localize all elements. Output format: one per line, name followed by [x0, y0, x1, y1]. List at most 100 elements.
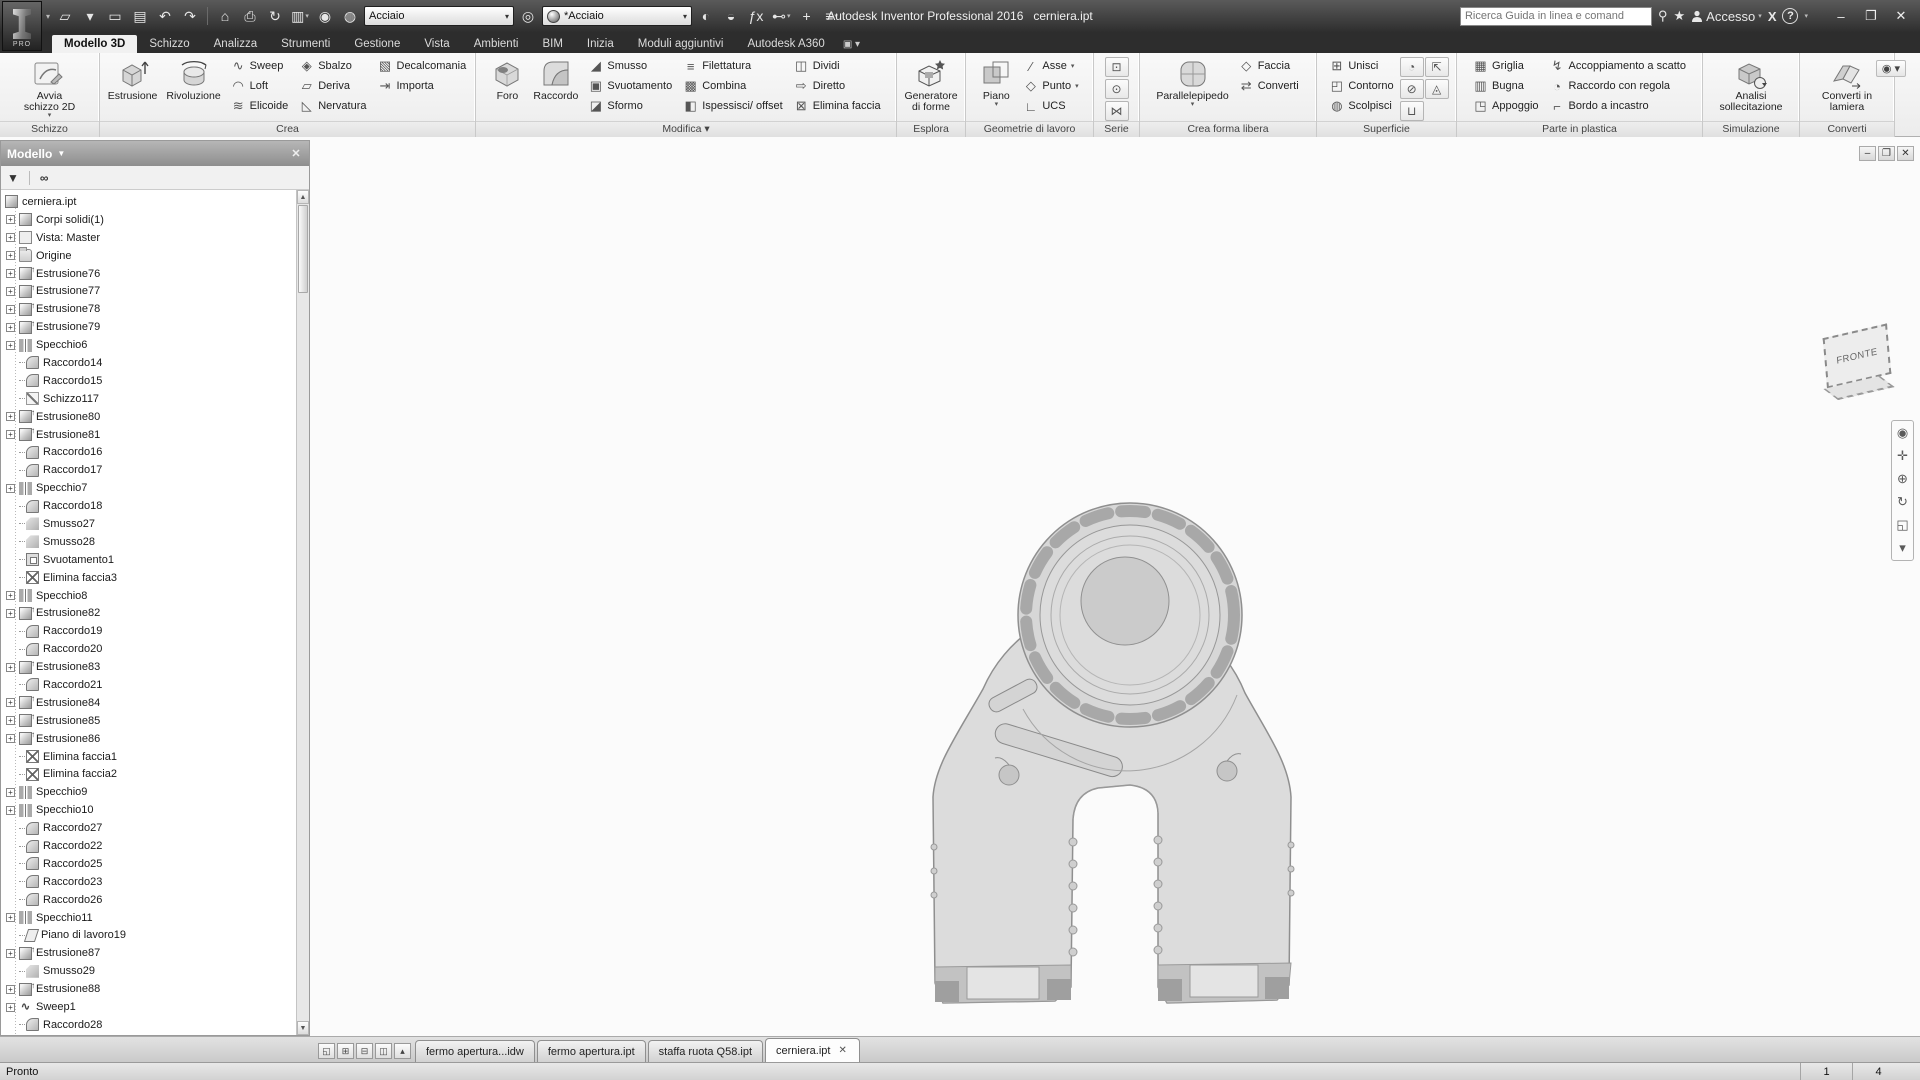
tree-item-sweep1[interactable]: +∿Sweep1 [5, 998, 296, 1016]
deriva-button[interactable]: ▱Deriva [294, 76, 371, 96]
expand-plus-icon[interactable]: + [6, 663, 15, 672]
expand-plus-icon[interactable]: + [6, 251, 15, 260]
pan-icon[interactable]: ✛ [1897, 449, 1908, 463]
tree-item-specchio9[interactable]: +Specchio9 [5, 783, 296, 801]
zoom-icon[interactable]: ⊕ [1897, 472, 1908, 486]
tree-item-raccordo25[interactable]: Raccordo25 [5, 855, 296, 873]
revolve-button[interactable]: Rivoluzione [162, 55, 224, 121]
help-search-input[interactable] [1460, 7, 1652, 26]
steering-wheel-icon[interactable]: ◉ [1897, 426, 1908, 440]
tree-item-raccordo18[interactable]: Raccordo18 [5, 497, 296, 515]
tree-item-estrusione81[interactable]: +Estrusione81 [5, 426, 296, 444]
expand-tabs-button[interactable]: ▴ [394, 1043, 411, 1059]
expand-plus-icon[interactable]: + [6, 985, 15, 994]
close-button[interactable]: ✕ [1886, 4, 1916, 28]
filter-icon[interactable]: ▼ [7, 171, 19, 185]
expand-plus-icon[interactable]: + [6, 698, 15, 707]
circular-pattern-button[interactable]: ⊙ [1105, 79, 1129, 99]
tree-item-svuotamento1[interactable]: Svuotamento1 [5, 551, 296, 569]
measure-dropdown[interactable]: ⊷▾ [770, 5, 793, 27]
extrude-button[interactable]: Estrusione [104, 55, 162, 121]
tree-item-raccordo19[interactable]: Raccordo19 [5, 622, 296, 640]
panel-label-schizzo[interactable]: Schizzo [0, 121, 99, 137]
expand-plus-icon[interactable]: + [6, 233, 15, 242]
tree-item-raccordo23[interactable]: Raccordo23 [5, 873, 296, 891]
material-browser-button[interactable]: ◎ [517, 5, 539, 27]
ribbon-tab-gestione[interactable]: Gestione [342, 35, 412, 53]
tree-item-estrusione86[interactable]: +Estrusione86 [5, 730, 296, 748]
asse-button[interactable]: ∕Asse▾ [1018, 56, 1083, 76]
browser-close-icon[interactable]: ✕ [289, 147, 303, 160]
convert-to-sheetmetal-button[interactable]: Converti inlamiera [1818, 55, 1876, 121]
tree-item-elimina-faccia1[interactable]: Elimina faccia1 [5, 748, 296, 766]
expand-plus-icon[interactable]: + [6, 591, 15, 600]
ribbon-tab-autodesk-a360[interactable]: Autodesk A360 [735, 35, 836, 53]
tree-item-vista-master[interactable]: +Vista: Master [5, 229, 296, 247]
favorites-star-icon[interactable]: ★ [1674, 8, 1686, 24]
help-button[interactable]: ? [1782, 8, 1798, 24]
tree-item-cerniera-ipt[interactable]: cerniera.ipt [5, 193, 296, 211]
mirror-feature-button[interactable]: ⋈ [1105, 101, 1129, 121]
expand-plus-icon[interactable]: + [6, 269, 15, 278]
scroll-up-icon[interactable]: ▲ [297, 190, 309, 204]
fillet-button[interactable]: Raccordo [529, 55, 582, 121]
new-file-button[interactable]: ▱ [54, 5, 76, 27]
print-button[interactable]: ⎙ [239, 5, 261, 27]
tree-item-specchio6[interactable]: +Specchio6 [5, 336, 296, 354]
undo-button[interactable]: ↶ [154, 5, 176, 27]
expand-plus-icon[interactable]: + [6, 806, 15, 815]
tree-item-raccordo22[interactable]: Raccordo22 [5, 837, 296, 855]
ispessisci-offset-button[interactable]: ◧Ispessisci/ offset [678, 96, 788, 116]
ucs-button[interactable]: ∟UCS [1018, 96, 1083, 116]
ruled-surface-button[interactable]: ◬ [1425, 79, 1449, 99]
tree-item-specchio8[interactable]: +Specchio8 [5, 587, 296, 605]
expand-plus-icon[interactable]: + [6, 913, 15, 922]
sbalzo-button[interactable]: ◈Sbalzo [294, 56, 371, 76]
scrollbar-thumb[interactable] [298, 205, 308, 293]
bugna-button[interactable]: ▥Bugna [1468, 76, 1544, 96]
nervatura-button[interactable]: ◺Nervatura [294, 96, 371, 116]
cascade-windows-button[interactable]: ◱ [318, 1043, 335, 1059]
tree-item-piano-di-lavoro19[interactable]: Piano di lavoro19 [5, 927, 296, 945]
panel-label-crea[interactable]: Crea [100, 121, 475, 137]
tree-item-estrusione87[interactable]: +Estrusione87 [5, 944, 296, 962]
sweep-button[interactable]: ∿Sweep [226, 56, 294, 76]
tree-item-corpi-solidi-1-[interactable]: +Corpi solidi(1) [5, 211, 296, 229]
doc-close-button[interactable]: ✕ [1897, 146, 1914, 161]
sformo-button[interactable]: ◪Sformo [583, 96, 677, 116]
diretto-button[interactable]: ⇨Diretto [789, 76, 886, 96]
panel-label-simulazione[interactable]: Simulazione [1703, 121, 1799, 137]
document-tab-fermo-apertura-idw[interactable]: fermo apertura...idw [415, 1040, 535, 1062]
app-menu-arrow-icon[interactable]: ▾ [46, 12, 50, 21]
panel-label-modifica[interactable]: Modifica ▾ [476, 121, 896, 137]
tree-item-specchio7[interactable]: +Specchio7 [5, 479, 296, 497]
tree-item-smusso28[interactable]: Smusso28 [5, 533, 296, 551]
stress-analysis-button[interactable]: Analisisollecitazione [1715, 55, 1786, 121]
adjust-appearance-button[interactable]: ◐ [695, 5, 717, 27]
expand-plus-icon[interactable]: + [6, 430, 15, 439]
ribbon-tab-vista[interactable]: Vista [412, 35, 461, 53]
expand-plus-icon[interactable]: + [6, 215, 15, 224]
bordo-a-incastro-button[interactable]: ⌐Bordo a incastro [1545, 96, 1691, 116]
tree-item-estrusione84[interactable]: +Estrusione84 [5, 694, 296, 712]
smusso-button[interactable]: ◢Smusso [583, 56, 677, 76]
griglia-button[interactable]: ▦Griglia [1468, 56, 1544, 76]
application-menu-button[interactable]: PRO [2, 1, 42, 51]
scroll-down-icon[interactable]: ▼ [297, 1021, 309, 1035]
tree-item-estrusione79[interactable]: +Estrusione79 [5, 318, 296, 336]
tree-item-estrusione76[interactable]: +Estrusione76 [5, 265, 296, 283]
tree-item-estrusione77[interactable]: +Estrusione77 [5, 282, 296, 300]
expand-plus-icon[interactable]: + [6, 949, 15, 958]
decalcomania-button[interactable]: ▧Decalcomania [373, 56, 472, 76]
tree-item-smusso29[interactable]: Smusso29 [5, 962, 296, 980]
tree-item-specchio11[interactable]: +Specchio11 [5, 909, 296, 927]
tree-item-raccordo14[interactable]: Raccordo14 [5, 354, 296, 372]
viewcube[interactable]: FRONTE [1816, 325, 1908, 405]
converti-button[interactable]: ⇄Converti [1234, 76, 1304, 96]
expand-plus-icon[interactable]: + [6, 484, 15, 493]
minimize-button[interactable]: – [1826, 4, 1856, 28]
exchange-apps-button[interactable]: X [1768, 9, 1777, 24]
browser-header[interactable]: Modello ▼ ✕ [1, 141, 309, 166]
find-icon[interactable]: ∞ [40, 171, 49, 185]
shape-generator-button[interactable]: Generatoredi forme [900, 55, 961, 121]
